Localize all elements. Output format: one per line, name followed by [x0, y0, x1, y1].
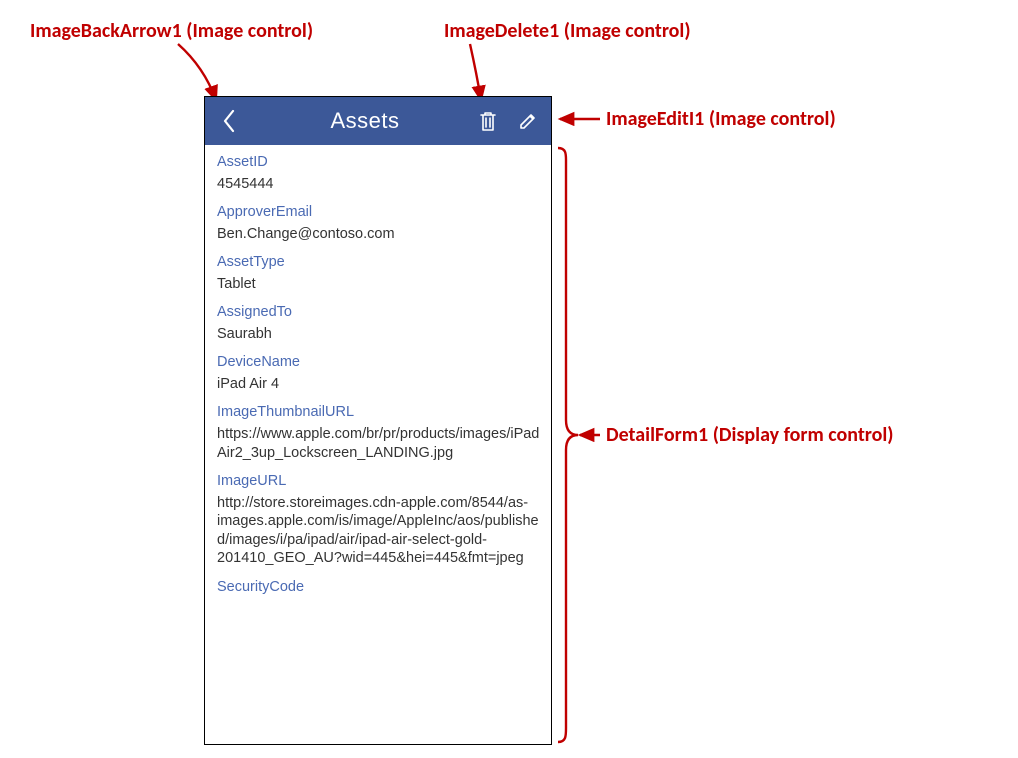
brace-detailform — [558, 148, 578, 742]
field-label: AssetID — [217, 153, 541, 172]
field-value: 4545444 — [217, 175, 541, 194]
field-label: DeviceName — [217, 353, 541, 372]
field-value: https://www.apple.com/br/pr/products/ima… — [217, 425, 541, 462]
app-header: Assets — [205, 97, 551, 145]
device-frame: Assets AssetID 4545444 ApproverEmail Ben… — [204, 96, 552, 745]
field-label: ApproverEmail — [217, 203, 541, 222]
field-value: iPad Air 4 — [217, 375, 541, 394]
back-button[interactable] — [215, 97, 243, 145]
anno-back-arrow: ImageBackArrow1 (Image control) — [30, 20, 313, 43]
pencil-icon — [518, 111, 538, 131]
edit-button[interactable] — [517, 110, 539, 132]
field-label: ImageURL — [217, 472, 541, 491]
field-devicename: DeviceName iPad Air 4 — [217, 353, 541, 393]
header-title: Assets — [243, 108, 477, 134]
field-securitycode: SecurityCode — [217, 578, 541, 597]
field-value: Ben.Change@contoso.com — [217, 225, 541, 244]
field-imageurl: ImageURL http://store.storeimages.cdn-ap… — [217, 472, 541, 568]
arrow-back — [178, 44, 216, 100]
header-actions — [477, 110, 541, 132]
anno-delete: ImageDelete1 (Image control) — [444, 20, 691, 43]
field-label: ImageThumbnailURL — [217, 403, 541, 422]
anno-detail-form: DetailForm1 (Display form control) — [606, 424, 894, 447]
field-value: Saurabh — [217, 325, 541, 344]
field-value: http://store.storeimages.cdn-apple.com/8… — [217, 494, 541, 568]
delete-button[interactable] — [477, 110, 499, 132]
field-approveremail: ApproverEmail Ben.Change@contoso.com — [217, 203, 541, 243]
anno-edit: ImageEditI1 (Image control) — [606, 108, 836, 131]
field-label: SecurityCode — [217, 578, 541, 597]
field-assignedto: AssignedTo Saurabh — [217, 303, 541, 343]
arrow-delete — [470, 44, 481, 100]
detail-form: AssetID 4545444 ApproverEmail Ben.Change… — [205, 145, 551, 744]
field-imagethumbnailurl: ImageThumbnailURL https://www.apple.com/… — [217, 403, 541, 462]
field-assettype: AssetType Tablet — [217, 253, 541, 293]
trash-icon — [478, 110, 498, 132]
back-arrow-icon — [222, 109, 236, 133]
field-label: AssignedTo — [217, 303, 541, 322]
field-label: AssetType — [217, 253, 541, 272]
field-value: Tablet — [217, 275, 541, 294]
field-assetid: AssetID 4545444 — [217, 153, 541, 193]
